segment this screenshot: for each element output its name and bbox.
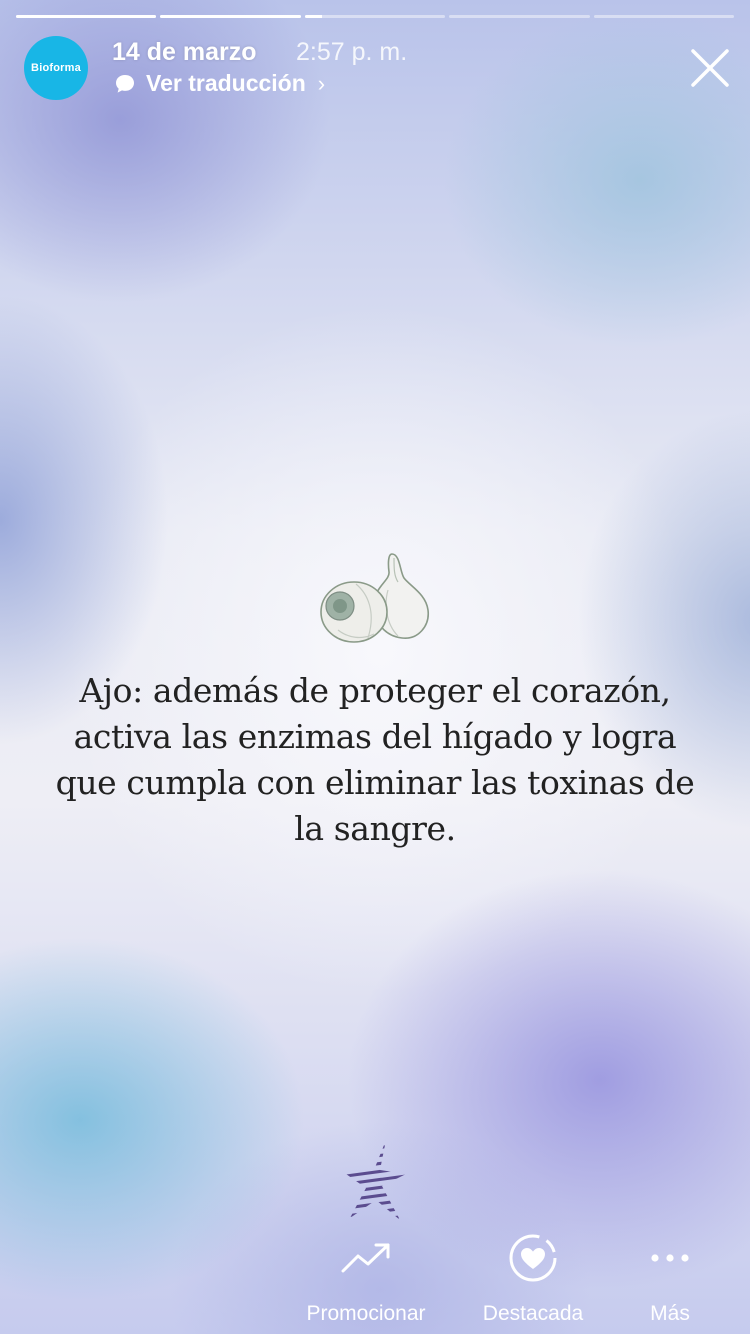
story-quote-text: Ajo: además de proteger el corazón, acti… xyxy=(55,671,695,848)
progress-segment xyxy=(449,15,590,18)
highlight-label: Destacada xyxy=(482,1302,584,1325)
close-icon[interactable] xyxy=(690,48,730,88)
heart-circle-icon xyxy=(509,1234,557,1282)
progress-segment xyxy=(160,15,301,18)
story-background xyxy=(0,0,750,1334)
story-date: 14 de marzo xyxy=(112,38,257,66)
promote-button[interactable]: Promocionar xyxy=(296,1230,436,1326)
see-translation-label: Ver traducción xyxy=(146,70,306,96)
more-label: Más xyxy=(650,1302,690,1325)
story-actions-bar: Promocionar Destacada Más xyxy=(0,1230,750,1330)
progress-segment xyxy=(593,15,735,18)
avatar[interactable]: Bioforma xyxy=(24,36,88,100)
avatar-logo-text: Bioforma xyxy=(31,62,81,74)
promote-label: Promocionar xyxy=(306,1302,426,1325)
see-translation-link[interactable]: Ver traducción › xyxy=(114,70,325,97)
progress-segment xyxy=(16,15,157,18)
trend-arrow-icon xyxy=(341,1243,390,1273)
story-progress-bar xyxy=(16,15,735,19)
garlic-icon xyxy=(320,553,429,643)
more-button[interactable]: Más xyxy=(628,1230,712,1326)
ellipsis-icon xyxy=(651,1254,689,1262)
chevron-right-icon: › xyxy=(317,70,326,96)
speech-bubble-icon xyxy=(116,74,134,93)
story-time: 2:57 p. m. xyxy=(296,38,408,66)
striped-star-icon xyxy=(346,1140,406,1220)
progress-segment xyxy=(304,15,446,18)
highlight-button[interactable]: Destacada xyxy=(472,1230,594,1326)
